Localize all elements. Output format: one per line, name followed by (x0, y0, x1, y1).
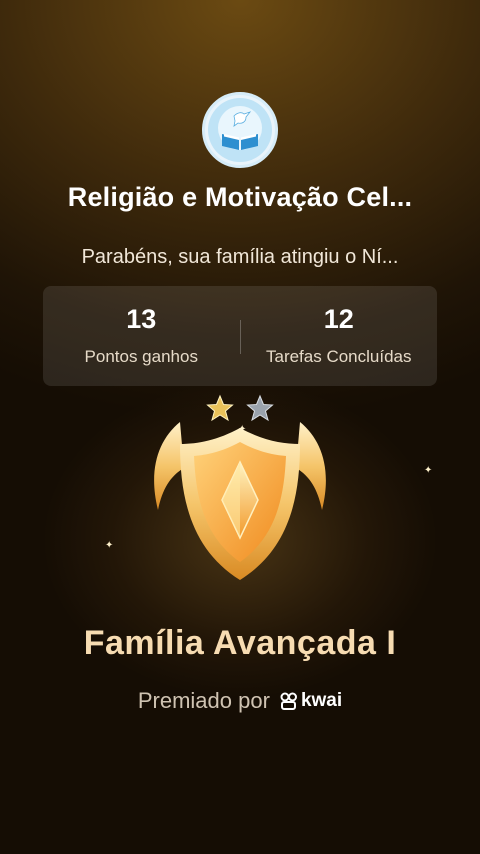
tasks-value: 12 (323, 304, 354, 334)
stat-tasks: 12 Tarefas Concluídas (241, 286, 438, 386)
family-avatar[interactable] (202, 92, 278, 168)
tasks-label: Tarefas Concluídas (265, 347, 412, 366)
book-dove-icon (208, 98, 272, 162)
points-label: Pontos ganhos (84, 347, 198, 366)
award-line: Premiado por kwai (0, 688, 480, 714)
sparkle-icon: ✦ (105, 540, 114, 551)
kwai-brand-text: kwai (300, 690, 343, 711)
sparkle-icon: ✦ (424, 465, 433, 476)
points-value: 13 (126, 304, 157, 334)
sparkle-icon: ✦ (238, 424, 247, 435)
level-name: Família Avançada I (83, 624, 397, 662)
family-name: Religião e Motivação Cel... (67, 182, 413, 212)
award-prefix: Premiado por (137, 688, 270, 713)
stat-points: 13 Pontos ganhos (43, 286, 240, 386)
congrats-message: Parabéns, sua família atingiu o Ní... (81, 246, 399, 268)
kwai-brand: kwai (280, 690, 342, 712)
kwai-logo-icon (280, 692, 297, 710)
stats-panel: 13 Pontos ganhos 12 Tarefas Concluídas (43, 286, 437, 386)
family-level-badge-icon (154, 422, 326, 580)
